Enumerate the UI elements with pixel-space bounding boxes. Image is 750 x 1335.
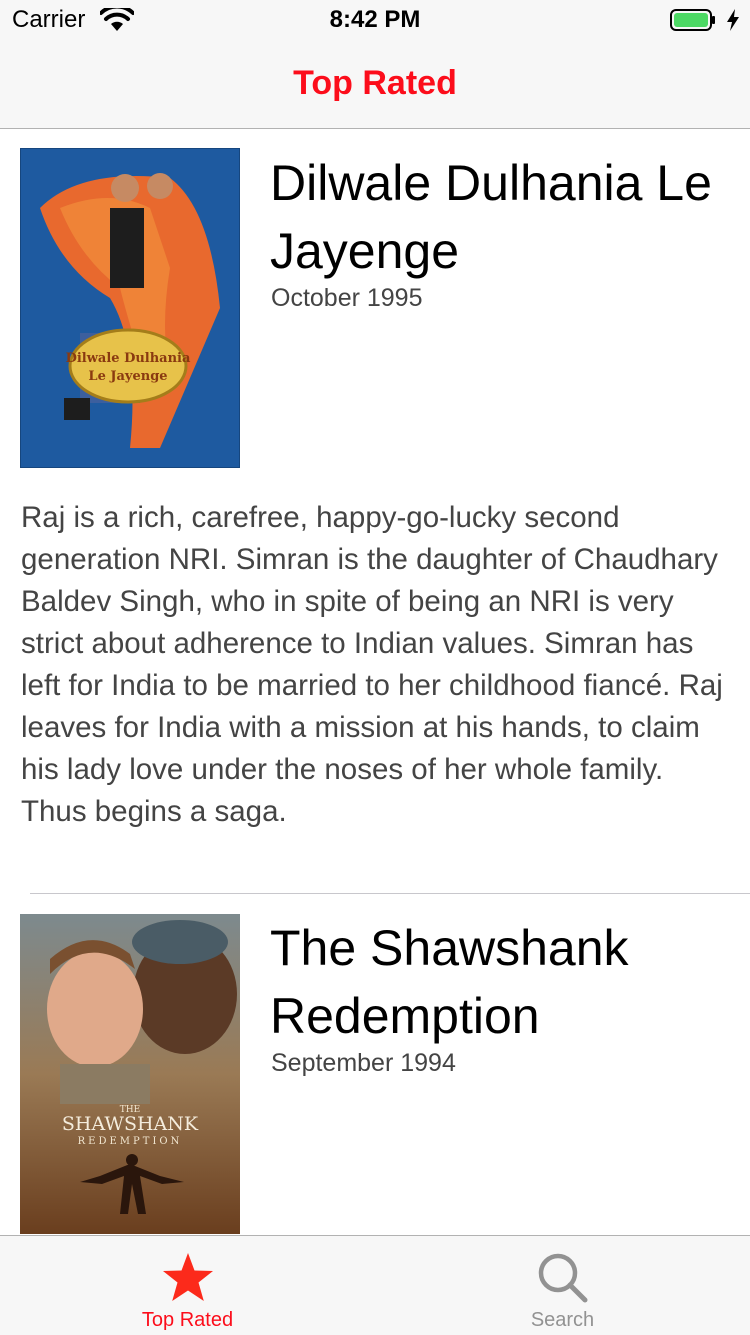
tab-top-rated[interactable]: Top Rated [0,1236,375,1335]
status-bar: Carrier 8:42 PM [0,0,750,40]
battery-icon [670,9,715,31]
tab-search[interactable]: Search [375,1236,750,1335]
poster-title-sub: REDEMPTION [78,1136,183,1147]
movie-title: Dilwale Dulhania Le Jayenge [270,155,712,279]
movie-list[interactable]: Dilwale Dulhania Le Jayenge Dilwale Dulh… [0,129,750,1235]
page-title: Top Rated [293,64,457,102]
charging-bolt-icon [727,9,739,31]
movie-cell[interactable]: Dilwale Dulhania Le Jayenge Dilwale Dulh… [0,129,750,893]
search-icon [538,1253,587,1303]
status-time: 8:42 PM [329,6,421,33]
movie-overview: Raj is a rich, carefree, happy-go-lucky … [21,501,723,828]
tab-label: Search [530,1309,595,1331]
movie-release-date: September 1994 [271,1049,456,1077]
movie-cell[interactable]: THE SHAWSHANK REDEMPTION The Shawshank R… [0,894,750,1235]
movie-release-date: October 1995 [271,284,423,312]
movie-poster-image: THE SHAWSHANK REDEMPTION [20,914,240,1234]
poster-title-main: SHAWSHANK [62,1113,199,1135]
poster-title-line-1: Dilwale Dulhania [66,351,191,366]
tab-label: Top Rated [141,1309,234,1331]
movie-poster-image: Dilwale Dulhania Le Jayenge [20,148,240,468]
tab-bar: Top Rated Search [0,1235,750,1335]
navigation-bar: Top Rated [0,40,750,129]
star-icon [162,1253,213,1301]
poster-title-line-2: Le Jayenge [88,369,167,384]
movie-title: The Shawshank Redemption [270,920,629,1044]
